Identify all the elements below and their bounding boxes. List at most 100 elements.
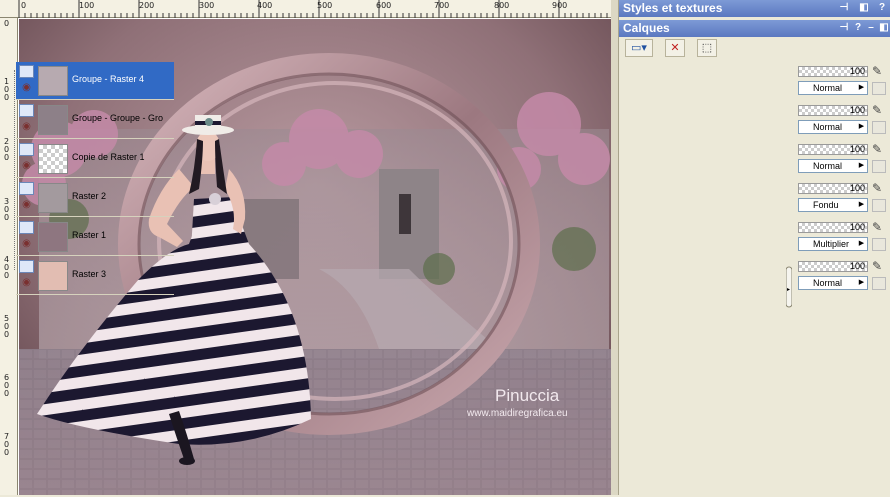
- blend-mode-value: Normal: [813, 122, 843, 132]
- mask-button[interactable]: ⬚: [697, 39, 717, 57]
- pin-icon[interactable]: ⊣: [838, 22, 850, 34]
- layer-thumbnail: [38, 261, 68, 291]
- eye-icon[interactable]: ◉: [19, 122, 34, 132]
- opacity-value: 100: [849, 105, 865, 115]
- brush-icon[interactable]: ✎: [872, 103, 886, 117]
- palette-splitter[interactable]: ▸: [785, 62, 793, 492]
- layer-properties: 100 Fondu ▶ ✎: [796, 179, 890, 217]
- layer-thumbnail: [38, 66, 68, 96]
- opacity-value: 100: [849, 222, 865, 232]
- blend-mode-value: Multiplier: [813, 239, 850, 249]
- layer-properties: 100 Normal ▶ ✎: [796, 257, 890, 295]
- layer-thumbnail: [38, 144, 68, 174]
- lock-transparency-icon[interactable]: [872, 160, 886, 173]
- eye-icon[interactable]: ◉: [19, 239, 34, 249]
- layer-name: Raster 2: [72, 191, 107, 201]
- styles-palette-title: Styles et textures: [623, 1, 723, 15]
- layer-thumbnail: [38, 105, 68, 135]
- brush-icon[interactable]: ✎: [872, 220, 886, 234]
- brush-icon[interactable]: ✎: [872, 181, 886, 195]
- layer-name: Copie de Raster 1: [72, 152, 145, 162]
- help-icon[interactable]: ?: [876, 2, 888, 14]
- ruler-label: 7 0 0: [4, 432, 10, 457]
- brush-icon[interactable]: ✎: [872, 64, 886, 78]
- blend-mode-select[interactable]: Multiplier ▶: [798, 237, 868, 251]
- layer-properties: 100 Normal ▶ ✎: [796, 62, 890, 100]
- lock-transparency-icon[interactable]: [872, 82, 886, 95]
- watermark-name: Pinuccia: [495, 386, 560, 405]
- layer-row[interactable]: ◉ Groupe - Groupe - Gro: [16, 101, 174, 139]
- layer-name: Raster 1: [72, 230, 107, 240]
- chevron-right-icon: ▶: [858, 162, 865, 169]
- eye-icon[interactable]: ◉: [19, 161, 34, 171]
- opacity-slider[interactable]: 100: [798, 183, 868, 194]
- blend-mode-value: Normal: [813, 161, 843, 171]
- blend-mode-value: Fondu: [813, 200, 839, 210]
- blend-mode-select[interactable]: Normal ▶: [798, 81, 868, 95]
- opacity-slider[interactable]: 100: [798, 144, 868, 155]
- mask-icon: ⬚: [701, 42, 713, 54]
- canvas-scrollbar[interactable]: [611, 0, 618, 495]
- lock-transparency-icon[interactable]: [872, 121, 886, 134]
- minimize-icon[interactable]: –: [865, 22, 877, 34]
- pin-icon[interactable]: ⊣: [838, 2, 850, 14]
- layers-toolbar: ▭▾ ✕ ⬚: [619, 38, 890, 60]
- layer-thumbnail: [38, 222, 68, 252]
- blend-mode-value: Normal: [813, 83, 843, 93]
- visibility-icon[interactable]: [19, 104, 34, 117]
- restore-icon[interactable]: ◧: [878, 22, 890, 34]
- layer-row[interactable]: ◉ Copie de Raster 1: [16, 140, 174, 178]
- visibility-icon[interactable]: [19, 65, 34, 78]
- eye-icon[interactable]: ◉: [19, 200, 34, 210]
- lock-transparency-icon[interactable]: [872, 277, 886, 290]
- blend-mode-select[interactable]: Normal ▶: [798, 120, 868, 134]
- chevron-right-icon: ▶: [858, 201, 865, 208]
- chevron-right-icon: ▶: [858, 240, 865, 247]
- visibility-icon[interactable]: [19, 221, 34, 234]
- chevron-right-icon: ▶: [858, 279, 865, 286]
- blend-mode-value: Normal: [813, 278, 843, 288]
- layer-row[interactable]: ◉ Groupe - Raster 4: [16, 62, 174, 100]
- layer-name: Raster 3: [72, 269, 107, 279]
- ruler-label: 0: [4, 19, 10, 28]
- eye-icon[interactable]: ◉: [19, 83, 34, 93]
- ruler-horizontal: 0 100 200 300 400 500 600 700 800 900: [0, 0, 618, 18]
- eye-icon[interactable]: ◉: [19, 278, 34, 288]
- opacity-value: 100: [849, 144, 865, 154]
- watermark-url: www.maidiregrafica.eu: [466, 408, 568, 419]
- brush-icon[interactable]: ✎: [872, 142, 886, 156]
- opacity-value: 100: [849, 66, 865, 76]
- layers-palette-titlebar[interactable]: Calques ⊣ ? – ◧: [619, 20, 890, 37]
- layer-properties-column: 100 Normal ▶ ✎ 100 Normal ▶ ✎ 100 Normal ▶ ✎ 100 Fond…: [796, 62, 890, 492]
- restore-icon[interactable]: ◧: [858, 2, 870, 14]
- layer-properties: 100 Normal ▶ ✎: [796, 101, 890, 139]
- visibility-icon[interactable]: [19, 182, 34, 195]
- blend-mode-select[interactable]: Fondu ▶: [798, 198, 868, 212]
- opacity-value: 100: [849, 261, 865, 271]
- visibility-icon[interactable]: [19, 260, 34, 273]
- layer-row[interactable]: ◉ Raster 3: [16, 257, 174, 295]
- layers-palette-title: Calques: [623, 21, 670, 35]
- layer-name: Groupe - Raster 4: [72, 74, 145, 84]
- visibility-icon[interactable]: [19, 143, 34, 156]
- lock-transparency-icon[interactable]: [872, 199, 886, 212]
- styles-palette-titlebar[interactable]: Styles et textures ⊣ ◧ ?: [619, 0, 890, 17]
- ruler-label: 6 0 0: [4, 373, 10, 398]
- delete-layer-button[interactable]: ✕: [665, 39, 685, 57]
- layer-properties: 100 Normal ▶ ✎: [796, 140, 890, 178]
- opacity-slider[interactable]: 100: [798, 261, 868, 272]
- svg-text:▸: ▸: [787, 287, 790, 293]
- blend-mode-select[interactable]: Normal ▶: [798, 276, 868, 290]
- layer-thumbnail: [38, 183, 68, 213]
- layer-row[interactable]: ◉ Raster 1: [16, 218, 174, 256]
- layer-name: Groupe - Groupe - Gro: [72, 113, 164, 123]
- blend-mode-select[interactable]: Normal ▶: [798, 159, 868, 173]
- brush-icon[interactable]: ✎: [872, 259, 886, 273]
- opacity-slider[interactable]: 100: [798, 222, 868, 233]
- opacity-slider[interactable]: 100: [798, 66, 868, 77]
- layer-row[interactable]: ◉ Raster 2: [16, 179, 174, 217]
- help-icon[interactable]: ?: [852, 22, 864, 34]
- new-layer-button[interactable]: ▭▾: [625, 39, 653, 57]
- opacity-slider[interactable]: 100: [798, 105, 868, 116]
- lock-transparency-icon[interactable]: [872, 238, 886, 251]
